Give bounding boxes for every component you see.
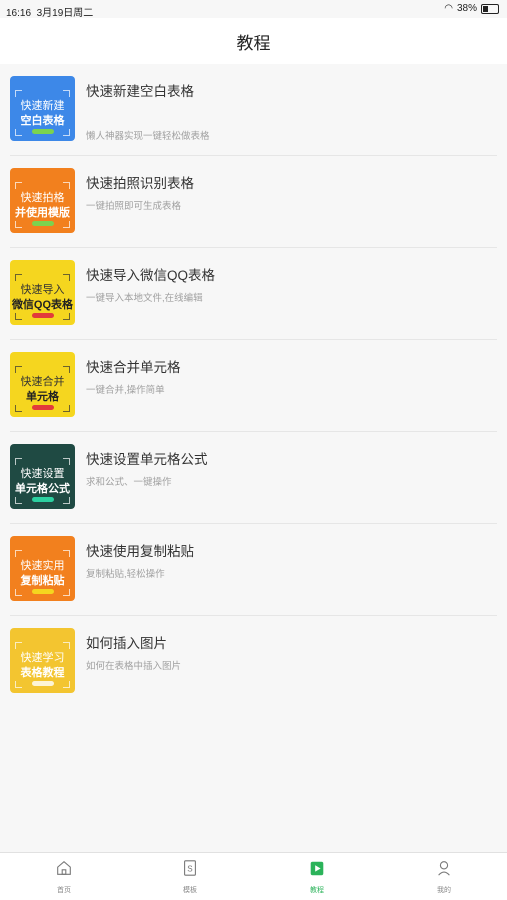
- tutorial-title: 快速合并单元格: [86, 360, 181, 375]
- thumbnail-pill: [32, 589, 54, 594]
- tutorial-thumbnail: 快速拍格 并使用模版: [10, 168, 75, 233]
- tab-tutorial[interactable]: 教程: [287, 859, 347, 895]
- tutorial-title: 如何插入图片: [86, 636, 167, 651]
- tutorial-desc: 如何在表格中插入图片: [86, 661, 182, 672]
- tutorial-thumbnail: 快速新建 空白表格: [10, 76, 75, 141]
- thumbnail-pill: [32, 497, 54, 502]
- tutorial-title: 快速拍照识别表格: [86, 176, 194, 191]
- tab-profile[interactable]: 我的: [414, 859, 474, 895]
- tutorial-desc: 一键合并,操作简单: [86, 385, 165, 396]
- tab-label: 教程: [310, 887, 324, 894]
- template-icon: S: [184, 860, 196, 876]
- tab-label: 模板: [183, 887, 197, 894]
- thumbnail-pill: [32, 129, 54, 134]
- page-title: 教程: [236, 33, 271, 53]
- tutorial-thumbnail: 快速学习 表格教程: [10, 628, 75, 693]
- tab-label: 我的: [437, 887, 451, 894]
- tutorial-item[interactable]: 快速新建 空白表格 快速新建空白表格 懒人神器实现一键轻松做表格: [0, 64, 507, 156]
- status-time: 16:16 3月19日周二: [6, 8, 94, 19]
- tutorial-item[interactable]: 快速设置 单元格公式 快速设置单元格公式 求和公式、一键操作: [0, 432, 507, 524]
- home-icon: [57, 860, 71, 875]
- tab-home[interactable]: 首页: [34, 859, 94, 895]
- thumbnail-line1: 快速学习: [20, 652, 65, 664]
- tutorial-desc: 一键导入本地文件,在线编辑: [86, 293, 203, 304]
- tutorial-thumbnail: 快速实用 复制粘贴: [10, 536, 75, 601]
- tutorial-item[interactable]: 快速合并 单元格 快速合并单元格 一键合并,操作简单: [0, 340, 507, 432]
- profile-icon: [438, 861, 450, 876]
- thumbnail-pill: [32, 405, 54, 410]
- tutorial-thumbnail: 快速设置 单元格公式: [10, 444, 75, 509]
- thumbnail-line2: 复制粘贴: [20, 575, 65, 587]
- tutorial-item[interactable]: 快速拍格 并使用模版 快速拍照识别表格 一键拍照即可生成表格: [0, 156, 507, 248]
- tutorial-desc: 一键拍照即可生成表格: [86, 201, 182, 212]
- thumbnail-line1: 快速设置: [20, 468, 65, 480]
- thumbnail-line2: 表格教程: [20, 667, 65, 679]
- status-bar: 16:16 3月19日周二 ◠ 38%: [0, 0, 507, 19]
- tutorial-icon: [310, 861, 324, 876]
- thumbnail-line2: 并使用模版: [15, 207, 70, 219]
- tutorial-list: 快速新建 空白表格 快速新建空白表格 懒人神器实现一键轻松做表格 快速拍格 并使…: [0, 64, 507, 708]
- tutorial-item[interactable]: 快速学习 表格教程 如何插入图片 如何在表格中插入图片: [0, 616, 507, 708]
- tutorial-title: 快速导入微信QQ表格: [86, 268, 216, 283]
- wifi-icon: ◠: [444, 3, 453, 14]
- thumbnail-line1: 快速实用: [20, 560, 65, 572]
- thumbnail-pill: [32, 221, 54, 226]
- tutorial-title: 快速新建空白表格: [86, 84, 194, 99]
- thumbnail-line2: 单元格: [26, 391, 59, 403]
- thumbnail-pill: [32, 313, 54, 318]
- tutorial-title: 快速使用复制粘贴: [86, 544, 194, 559]
- tab-template[interactable]: S 模板: [160, 859, 220, 895]
- battery-percent: 38%: [456, 3, 477, 14]
- tutorial-title: 快速设置单元格公式: [86, 452, 208, 467]
- thumbnail-line1: 快速合并: [20, 376, 65, 388]
- battery-icon: [481, 3, 499, 14]
- thumbnail-line1: 快速拍格: [20, 192, 65, 204]
- tab-bar: 首页 S 模板 教程 我的: [0, 852, 507, 900]
- tutorial-thumbnail: 快速合并 单元格: [10, 352, 75, 417]
- tutorial-item[interactable]: 快速导入 微信QQ表格 快速导入微信QQ表格 一键导入本地文件,在线编辑: [0, 248, 507, 340]
- tab-label: 首页: [57, 887, 71, 894]
- tutorial-thumbnail: 快速导入 微信QQ表格: [10, 260, 75, 325]
- thumbnail-line1: 快速新建: [20, 100, 65, 112]
- tutorial-desc: 求和公式、一键操作: [86, 477, 172, 488]
- thumbnail-line1: 快速导入: [20, 284, 65, 296]
- thumbnail-pill: [32, 681, 54, 686]
- thumbnail-line2: 空白表格: [20, 115, 65, 127]
- thumbnail-line2: 单元格公式: [15, 483, 70, 495]
- tutorial-desc: 懒人神器实现一键轻松做表格: [86, 131, 210, 142]
- page-header: 教程: [0, 18, 507, 64]
- thumbnail-line2: 微信QQ表格: [11, 299, 74, 311]
- svg-text:S: S: [187, 865, 193, 874]
- tutorial-desc: 复制粘贴,轻松操作: [86, 569, 165, 580]
- tutorial-item[interactable]: 快速实用 复制粘贴 快速使用复制粘贴 复制粘贴,轻松操作: [0, 524, 507, 616]
